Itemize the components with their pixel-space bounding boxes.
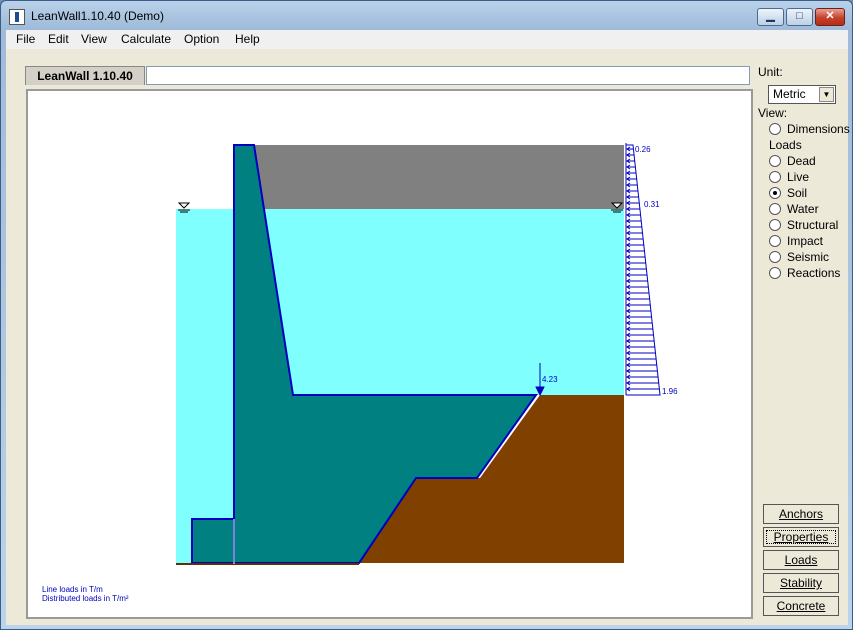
title-bar: LeanWall1.10.40 (Demo) ▁ □ ✕: [1, 1, 852, 31]
unit-select[interactable]: Metric ▼: [768, 85, 836, 104]
radio-label: Structural: [787, 218, 839, 232]
radio-label: Live: [787, 170, 810, 184]
toe-box: [191, 518, 235, 564]
unit-label: Unit:: [758, 65, 783, 79]
radio-circle-icon[interactable]: [769, 251, 781, 263]
pressure-envelope: [626, 144, 661, 396]
radio-circle-icon[interactable]: [769, 171, 781, 183]
concrete-button[interactable]: Concrete: [763, 596, 839, 616]
radio-label: Dimensions: [787, 122, 850, 136]
radio-circle-icon[interactable]: [769, 203, 781, 215]
menu-option[interactable]: Option: [184, 32, 219, 46]
backfill-soil: [252, 145, 624, 209]
window-title: LeanWall1.10.40 (Demo): [31, 9, 164, 23]
pressure-label-top: 0.26: [635, 145, 651, 154]
properties-button[interactable]: Properties: [763, 527, 839, 547]
client-area: LeanWall 1.10.40 0.26 0.31 1.96 4.23 Lin…: [6, 49, 850, 625]
pressure-arrows: [626, 146, 660, 392]
radio-circle-icon[interactable]: [769, 123, 781, 135]
menu-view[interactable]: View: [81, 32, 107, 46]
loads-label: Loads: [769, 138, 802, 152]
menu-calculate[interactable]: Calculate: [121, 32, 171, 46]
drawing-canvas[interactable]: 0.26 0.31 1.96 4.23 Line loads in T/m Di…: [26, 89, 753, 619]
minimize-button[interactable]: ▁: [757, 8, 784, 26]
chevron-down-icon[interactable]: ▼: [819, 87, 834, 102]
pressure-label-water: 0.31: [644, 200, 660, 209]
menu-help[interactable]: Help: [235, 32, 260, 46]
maximize-button[interactable]: □: [786, 8, 813, 26]
menu-file[interactable]: File: [16, 32, 35, 46]
title-input[interactable]: [146, 66, 750, 85]
radio-circle-selected-icon[interactable]: [769, 187, 781, 199]
app-icon[interactable]: [9, 9, 25, 25]
stability-button[interactable]: Stability: [763, 573, 839, 593]
view-label: View:: [758, 106, 788, 120]
radio-label: Soil: [787, 186, 808, 200]
app-window: LeanWall1.10.40 (Demo) ▁ □ ✕ File Edit V…: [0, 0, 853, 630]
loads-button[interactable]: Loads: [763, 550, 839, 570]
anchors-button[interactable]: Anchors: [763, 504, 839, 524]
tab-leanwall[interactable]: LeanWall 1.10.40: [25, 66, 145, 85]
radio-label: Reactions: [787, 266, 841, 280]
point-load-label: 4.23: [542, 375, 558, 384]
radio-label: Dead: [787, 154, 816, 168]
note-distributed-loads: Distributed loads in T/m²: [42, 594, 129, 603]
wall-drawing: 0.26 0.31 1.96 4.23: [176, 143, 678, 565]
close-button[interactable]: ✕: [815, 8, 845, 26]
radio-label: Water: [787, 202, 819, 216]
unit-select-value: Metric: [773, 87, 806, 101]
pressure-label-bottom: 1.96: [662, 387, 678, 396]
radio-circle-icon[interactable]: [769, 219, 781, 231]
radio-circle-icon[interactable]: [769, 235, 781, 247]
menu-bar: File Edit View Calculate Option Help: [6, 30, 848, 49]
radio-label: Impact: [787, 234, 824, 248]
radio-label: Seismic: [787, 250, 830, 264]
radio-circle-icon[interactable]: [769, 267, 781, 279]
note-line-loads: Line loads in T/m: [42, 585, 103, 594]
radio-circle-icon[interactable]: [769, 155, 781, 167]
menu-edit[interactable]: Edit: [48, 32, 69, 46]
